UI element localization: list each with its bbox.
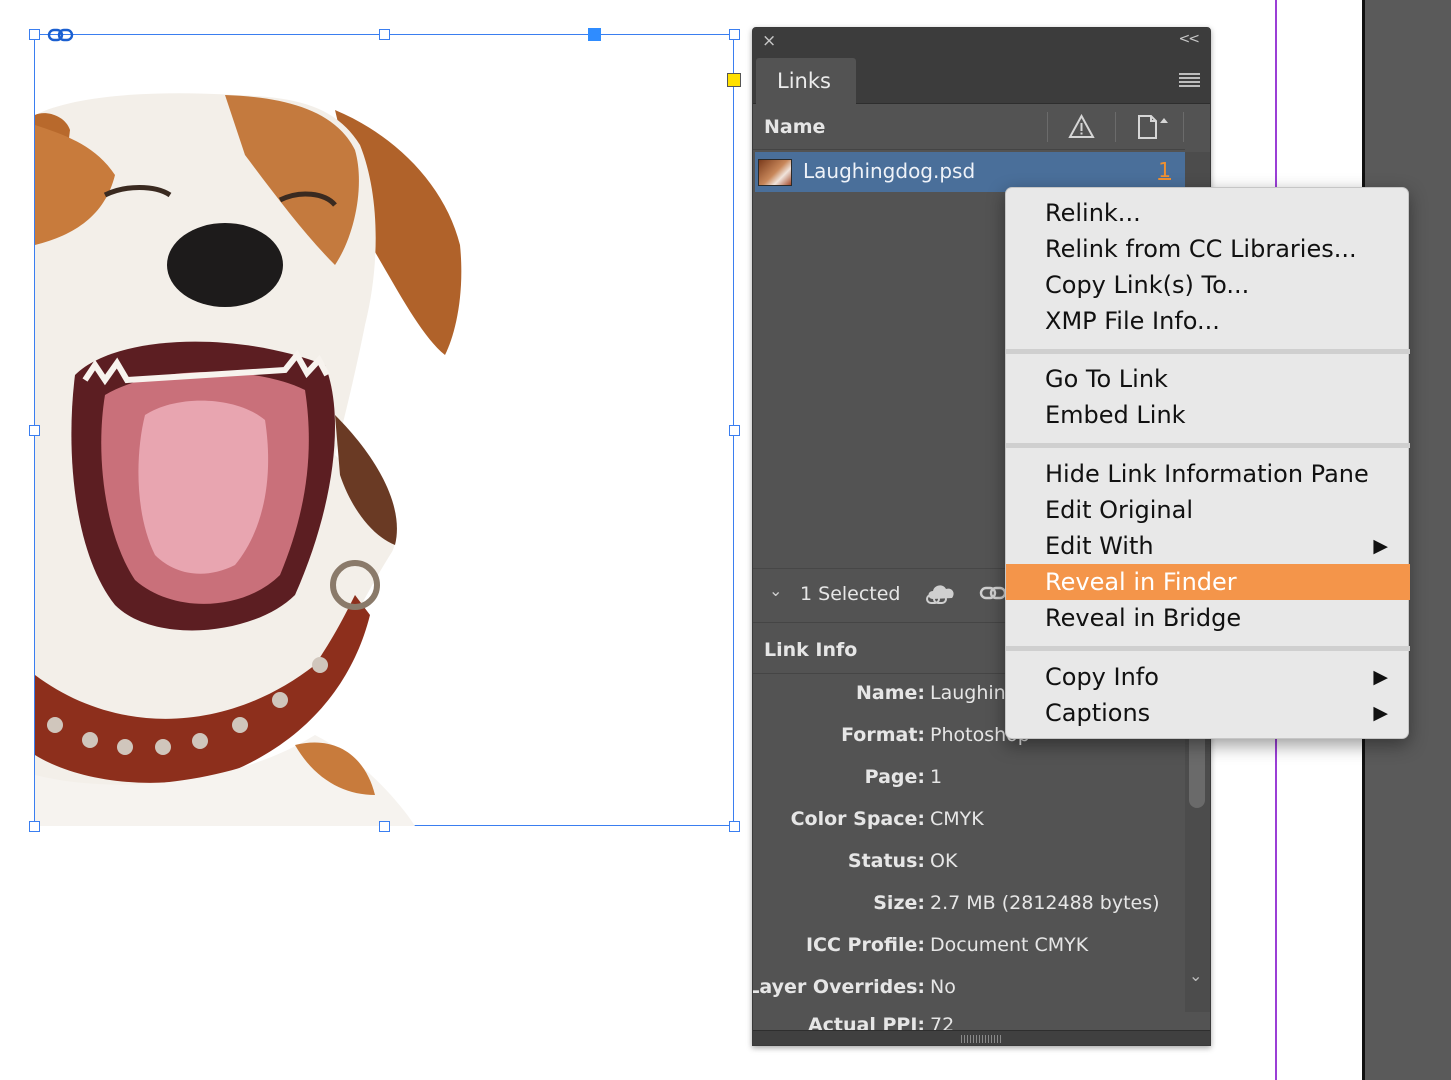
- menu-item-go-to-link[interactable]: Go To Link: [1006, 361, 1410, 397]
- resize-handle-top-left[interactable]: [29, 29, 40, 40]
- menu-item-relink-cc-libraries[interactable]: Relink from CC Libraries...: [1006, 231, 1410, 267]
- menu-item-copy-info[interactable]: Copy Info ▶: [1006, 659, 1410, 695]
- info-value: CMYK: [930, 808, 984, 830]
- info-label: Name:: [855, 682, 925, 704]
- menu-item-reveal-in-finder[interactable]: Reveal in Finder: [1006, 564, 1410, 600]
- menu-separator: [1006, 646, 1410, 651]
- info-row-icc-profile: ICC Profile: Document CMYK: [753, 934, 1185, 964]
- page-icon[interactable]: [1136, 113, 1172, 141]
- info-row-size: Size: 2.7 MB (2812488 bytes): [753, 892, 1185, 922]
- info-label: Color Space:: [790, 808, 925, 830]
- info-row-page: Page: 1: [753, 766, 1185, 796]
- resize-handle-bottom-middle[interactable]: [379, 821, 390, 832]
- menu-item-label: Copy Link(s) To...: [1045, 271, 1250, 299]
- submenu-arrow-icon: ▶: [1373, 666, 1388, 688]
- resize-grip-icon[interactable]: [961, 1035, 1001, 1043]
- submenu-arrow-icon: ▶: [1373, 702, 1388, 724]
- info-label: Format:: [841, 724, 925, 746]
- menu-item-xmp-file-info[interactable]: XMP File Info...: [1006, 303, 1410, 339]
- menu-item-label: Reveal in Finder: [1045, 568, 1237, 596]
- menu-item-label: Reveal in Bridge: [1045, 604, 1242, 632]
- placed-image-laughing-dog[interactable]: [35, 35, 734, 826]
- info-label: ICC Profile:: [805, 934, 925, 956]
- menu-separator: [1006, 349, 1410, 354]
- resize-handle-top-middle[interactable]: [379, 29, 390, 40]
- link-row-selected[interactable]: Laughingdog.psd 1: [755, 152, 1185, 192]
- image-frame[interactable]: [29, 28, 741, 832]
- selected-count: 1 Selected: [800, 583, 901, 605]
- resize-handle-bottom-right[interactable]: [729, 821, 740, 832]
- column-header: Name: [753, 104, 1185, 150]
- menu-item-label: Relink...: [1045, 199, 1141, 227]
- info-label: Status:: [847, 850, 925, 872]
- resize-handle-middle-right[interactable]: [729, 425, 740, 436]
- menu-item-label: Hide Link Information Pane: [1045, 460, 1369, 488]
- menu-item-relink[interactable]: Relink...: [1006, 195, 1410, 231]
- link-page-number[interactable]: 1: [1158, 158, 1171, 182]
- submenu-arrow-icon: ▶: [1373, 535, 1388, 557]
- info-label: Page:: [864, 766, 925, 788]
- info-row-status: Status: OK: [753, 850, 1185, 880]
- cloud-link-icon[interactable]: [923, 579, 961, 607]
- menu-item-label: XMP File Info...: [1045, 307, 1220, 335]
- tab-links[interactable]: Links: [756, 58, 856, 105]
- column-header-name[interactable]: Name: [764, 116, 825, 138]
- link-info-title: Link Info: [764, 639, 858, 661]
- panel-tab-bar: Links: [753, 54, 1210, 105]
- info-value: No: [930, 976, 956, 998]
- menu-item-label: Captions: [1045, 699, 1151, 727]
- column-divider: [1183, 112, 1184, 142]
- info-value: 1: [930, 766, 943, 788]
- warning-icon[interactable]: [1068, 113, 1095, 140]
- resize-handle-middle-left[interactable]: [29, 425, 40, 436]
- link-thumbnail: [758, 159, 792, 186]
- live-corners-widget[interactable]: [727, 73, 741, 87]
- chevron-down-icon[interactable]: ⌄: [769, 581, 782, 600]
- menu-item-label: Go To Link: [1045, 365, 1168, 393]
- menu-separator: [1006, 443, 1410, 448]
- menu-item-embed-link[interactable]: Embed Link: [1006, 397, 1410, 433]
- menu-item-reveal-in-bridge[interactable]: Reveal in Bridge: [1006, 600, 1410, 636]
- info-value: Document CMYK: [930, 934, 1089, 956]
- info-row-layer-overrides: Layer Overrides: No: [753, 976, 1185, 1006]
- menu-item-captions[interactable]: Captions ▶: [1006, 695, 1410, 731]
- menu-item-label: Edit With: [1045, 532, 1154, 560]
- context-menu[interactable]: Relink... Relink from CC Libraries... Co…: [1005, 187, 1410, 739]
- info-value: OK: [930, 850, 958, 872]
- menu-item-label: Embed Link: [1045, 401, 1186, 429]
- collapse-icon[interactable]: <<: [1179, 31, 1201, 47]
- info-value: Laughin: [930, 682, 1006, 704]
- close-icon[interactable]: ×: [762, 32, 776, 50]
- scroll-down-icon[interactable]: ⌄: [1189, 966, 1202, 985]
- link-badge-icon[interactable]: [47, 26, 75, 44]
- info-value: 2.7 MB (2812488 bytes): [930, 892, 1160, 914]
- menu-item-edit-with[interactable]: Edit With ▶: [1006, 528, 1410, 564]
- menu-item-label: Copy Info: [1045, 663, 1159, 691]
- menu-item-hide-link-info-pane[interactable]: Hide Link Information Pane: [1006, 456, 1410, 492]
- info-label: Layer Overrides:: [753, 976, 925, 998]
- column-divider: [1115, 112, 1116, 142]
- resize-handle-bottom-left[interactable]: [29, 821, 40, 832]
- resize-handle-top-right[interactable]: [729, 29, 740, 40]
- panel-footer: [753, 1030, 1210, 1045]
- menu-item-edit-original[interactable]: Edit Original: [1006, 492, 1410, 528]
- panel-titlebar[interactable]: × <<: [753, 28, 1210, 54]
- link-filename: Laughingdog.psd: [803, 159, 976, 183]
- menu-item-label: Relink from CC Libraries...: [1045, 235, 1357, 263]
- info-label: Size:: [873, 892, 925, 914]
- content-grabber-handle[interactable]: [588, 28, 601, 41]
- panel-menu-icon[interactable]: [1179, 73, 1200, 87]
- info-row-color-space: Color Space: CMYK: [753, 808, 1185, 838]
- column-divider: [1047, 112, 1048, 142]
- menu-item-copy-links-to[interactable]: Copy Link(s) To...: [1006, 267, 1410, 303]
- menu-item-label: Edit Original: [1045, 496, 1194, 524]
